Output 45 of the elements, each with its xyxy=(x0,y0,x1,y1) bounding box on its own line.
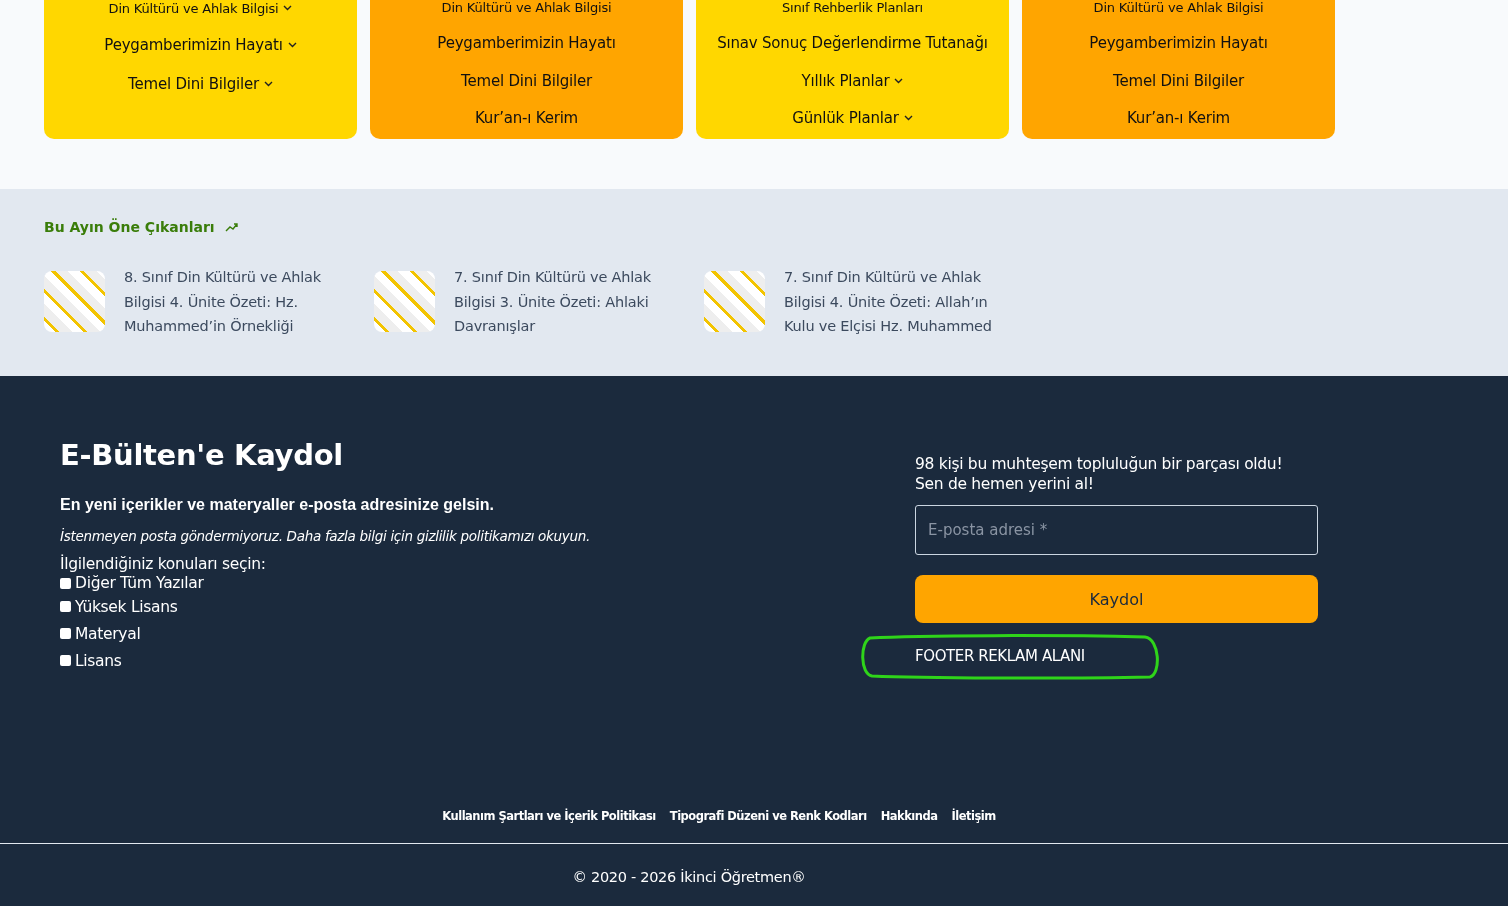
ad-area-label: FOOTER REKLAM ALANI xyxy=(915,647,1085,665)
menu-link[interactable]: Din Kültürü ve Ahlak Bilgisi xyxy=(1093,0,1264,16)
thumbnail-placeholder[interactable] xyxy=(704,271,765,332)
checkbox-icon[interactable] xyxy=(60,628,71,639)
checkbox-icon[interactable] xyxy=(60,655,71,666)
menu-link[interactable]: Sınav Sonuç Değerlendirme Tutanağı xyxy=(717,27,988,60)
newsletter-subtitle: En yeni içerikler ve materyaller e-posta adresinize gelsin. xyxy=(60,496,495,514)
post-link[interactable]: 7. Sınıf Din Kültürü ve Ahlak Bilgisi 3. Ünite Özeti: Ahlaki Davranışlar xyxy=(454,265,674,339)
copyright-text: © 2020 - 2026 İkinci Öğretmen® xyxy=(571,869,807,885)
thumbnail-placeholder[interactable] xyxy=(44,271,105,332)
email-input-field[interactable]: E-posta adresi * xyxy=(915,505,1318,555)
menu-link[interactable]: Peygamberimizin Hayatı xyxy=(1089,27,1268,60)
footer-link[interactable]: Kullanım Şartları ve İçerik Politikası xyxy=(442,809,656,823)
subscribe-button[interactable]: Kaydol xyxy=(915,575,1318,623)
topic-checkbox[interactable]: Diğer Tüm Yazılar xyxy=(60,573,915,593)
community-cta: Sen de hemen yerini al! xyxy=(915,474,1095,494)
menu-link[interactable]: Yıllık Planlar xyxy=(801,64,904,97)
menu-link[interactable]: Temel Dini Bilgiler xyxy=(1113,64,1244,97)
topics-label: İlgilendiğiniz konuları seçin: xyxy=(60,555,267,573)
thumbnail-placeholder[interactable] xyxy=(374,271,435,332)
trending-up-icon xyxy=(224,222,238,232)
checkbox-icon[interactable] xyxy=(60,601,71,612)
post-link[interactable]: 7. Sınıf Din Kültürü ve Ahlak Bilgisi 4. Ünite Özeti: Allah’ın Kulu ve Elçisi Hz. Muhammed xyxy=(784,265,1004,339)
topic-checkbox[interactable]: Materyal xyxy=(60,620,915,647)
post-link[interactable]: 8. Sınıf Din Kültürü ve Ahlak Bilgisi 4. Ünite Özeti: Hz. Muhammed’in Örnekliği xyxy=(124,265,344,339)
menu-link[interactable]: Günlük Planlar xyxy=(792,101,913,134)
menu-link[interactable]: Sınıf Rehberlik Planları xyxy=(782,0,923,16)
community-text: 98 kişi bu muhteşem topluluğun bir parçası oldu! xyxy=(915,454,1284,474)
footer-link[interactable]: Tipografi Düzeni ve Renk Kodları xyxy=(669,809,867,823)
menu-link[interactable]: Kur’an-ı Kerim xyxy=(474,101,578,134)
menu-link[interactable]: Peygamberimizin Hayatı xyxy=(437,27,616,60)
newsletter-title: E-Bülten'e Kaydol xyxy=(60,438,344,472)
menu-link[interactable]: Din Kültürü ve Ahlak Bilgisi xyxy=(441,0,612,16)
menu-link[interactable]: Din Kültürü ve Ahlak Bilgisi xyxy=(108,0,293,16)
privacy-notice: İstenmeyen posta göndermiyoruz. Daha fazla bilgi için gizlilik politikamızı okuyun. xyxy=(60,528,592,544)
footer-link[interactable]: İletişim xyxy=(951,809,996,823)
topic-checkbox[interactable]: Lisans xyxy=(60,647,915,674)
section-title: Bu Ayın Öne Çıkanları xyxy=(44,219,215,235)
menu-link[interactable]: Kur’an-ı Kerim xyxy=(1126,101,1230,134)
topic-checkbox[interactable]: Yüksek Lisans xyxy=(60,593,915,620)
menu-link[interactable]: Temel Dini Bilgiler xyxy=(461,64,592,97)
menu-link[interactable]: Temel Dini Bilgiler xyxy=(128,67,273,101)
checkbox-icon[interactable] xyxy=(60,577,71,589)
menu-link[interactable]: Peygamberimizin Hayatı xyxy=(104,28,297,62)
footer-link[interactable]: Hakkında xyxy=(880,809,938,823)
